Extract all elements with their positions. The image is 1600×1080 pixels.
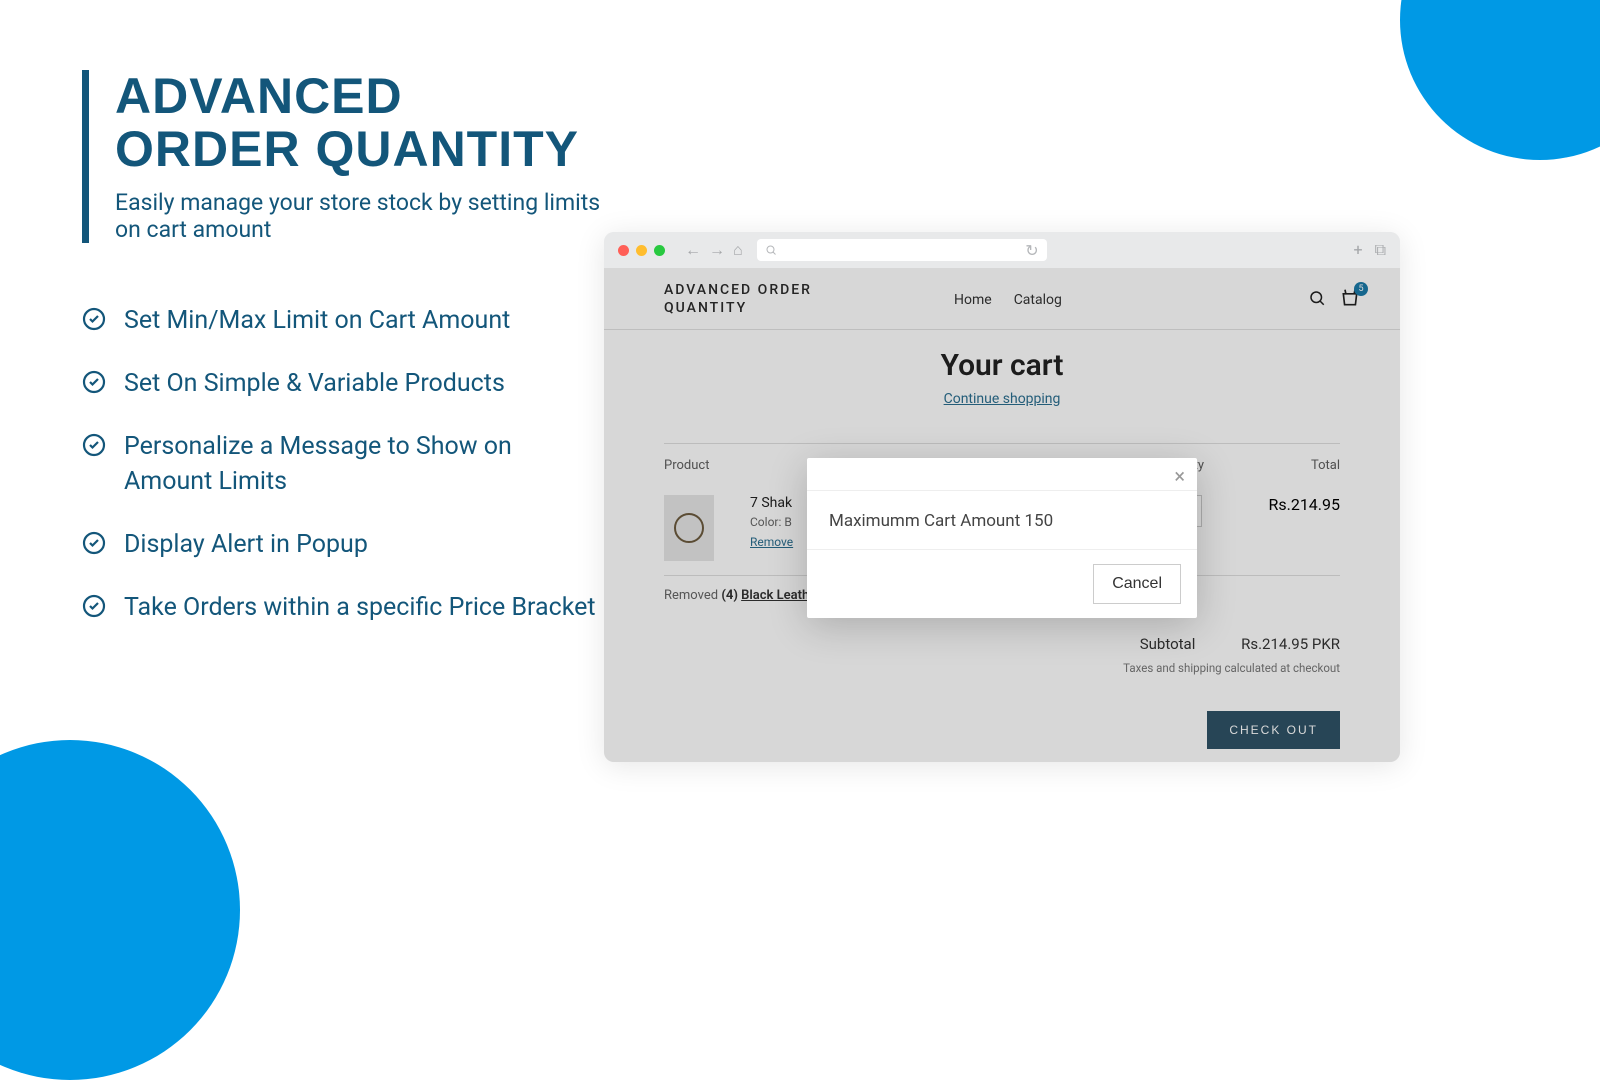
- feature-list: Set Min/Max Limit on Cart Amount Set On …: [82, 303, 602, 625]
- home-icon[interactable]: ⌂: [733, 240, 743, 260]
- close-icon[interactable]: ×: [1174, 466, 1185, 486]
- cancel-button[interactable]: Cancel: [1093, 564, 1181, 604]
- decorative-blob-top: [1400, 0, 1600, 160]
- page-subtitle: Easily manage your store stock by settin…: [115, 189, 602, 243]
- page-title: ADVANCED ORDER QUANTITY: [115, 70, 602, 175]
- feature-item: Set Min/Max Limit on Cart Amount: [124, 303, 510, 338]
- feature-item: Display Alert in Popup: [124, 527, 368, 562]
- close-window-icon[interactable]: [618, 245, 629, 256]
- maximize-window-icon[interactable]: [654, 245, 665, 256]
- modal-message: Maximumm Cart Amount 150: [807, 491, 1197, 550]
- url-bar[interactable]: ↻: [757, 239, 1047, 261]
- browser-mockup: ← → ⌂ ↻ + ⧉ ADVANCED ORDER QUANTITY Home…: [604, 232, 1400, 762]
- decorative-blob-bottom: [0, 740, 240, 1080]
- check-icon: [82, 433, 106, 457]
- new-tab-icon[interactable]: +: [1353, 240, 1362, 260]
- feature-item: Set On Simple & Variable Products: [124, 366, 505, 401]
- copy-icon[interactable]: ⧉: [1375, 240, 1386, 260]
- browser-nav: ← → ⌂: [685, 240, 743, 260]
- browser-toolbar: ← → ⌂ ↻ + ⧉: [604, 232, 1400, 268]
- check-icon: [82, 307, 106, 331]
- forward-icon[interactable]: →: [709, 240, 725, 260]
- feature-item: Take Orders within a specific Price Brac…: [124, 590, 596, 625]
- feature-item: Personalize a Message to Show on Amount …: [124, 429, 602, 499]
- reload-icon[interactable]: ↻: [1025, 241, 1038, 260]
- title-block: ADVANCED ORDER QUANTITY Easily manage yo…: [82, 70, 602, 243]
- check-icon: [82, 370, 106, 394]
- back-icon[interactable]: ←: [685, 240, 701, 260]
- alert-modal: × Maximumm Cart Amount 150 Cancel: [807, 458, 1197, 618]
- check-icon: [82, 531, 106, 555]
- check-icon: [82, 594, 106, 618]
- minimize-window-icon[interactable]: [636, 245, 647, 256]
- marketing-panel: ADVANCED ORDER QUANTITY Easily manage yo…: [82, 70, 602, 653]
- window-controls: [618, 245, 665, 256]
- store-page: ADVANCED ORDER QUANTITY Home Catalog 5 Y…: [604, 268, 1400, 762]
